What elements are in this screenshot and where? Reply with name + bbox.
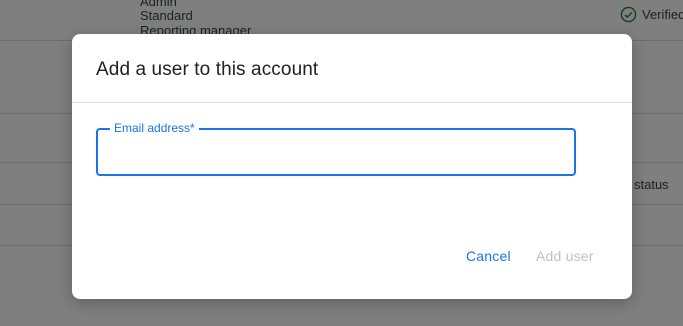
- email-input[interactable]: [112, 140, 562, 164]
- email-field-label: Email address*: [110, 121, 199, 135]
- cancel-button[interactable]: Cancel: [466, 248, 511, 264]
- dialog-divider: [72, 102, 632, 103]
- add-user-button[interactable]: Add user: [536, 248, 594, 264]
- add-user-dialog: Add a user to this account Email address…: [72, 34, 632, 299]
- dialog-title: Add a user to this account: [96, 59, 319, 80]
- email-field[interactable]: Email address*: [96, 121, 576, 176]
